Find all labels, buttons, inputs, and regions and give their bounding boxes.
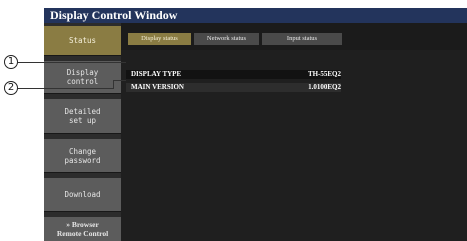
sidebar-item-label-line1: Change [68,146,97,156]
callout-2-leader-line [18,88,114,89]
sidebar-item-label: Status [68,36,97,45]
tab-bar: Display status Network status Input stat… [121,23,467,50]
callout-1: 1 [4,55,18,69]
sidebar-item-label-line2: password [64,155,101,165]
tab-input-status[interactable]: Input status [262,33,342,45]
info-label: DISPLAY TYPE [131,70,182,78]
info-row-main-version: MAIN VERSION 1.0100EQ2 [126,83,341,92]
sidebar-item-label-line1: Detailed [64,107,101,116]
info-value: TH-55EQ2 [307,70,341,78]
display-control-window: Display Control Window Status Display co… [44,8,467,241]
sidebar-item-download[interactable]: Download [44,178,121,212]
tab-network-status[interactable]: Network status [194,33,259,45]
callout-2-leader-line-vertical [113,80,114,89]
sidebar-item-detailed-set-up[interactable]: Detailed set up [44,99,121,134]
callout-1-leader-line [18,62,126,63]
sidebar-item-label: Download [64,190,101,199]
main-panel: Display status Network status Input stat… [121,23,467,241]
callout-2-leader-line-top [113,80,126,81]
sidebar-item-label-line2: Remote Control [56,229,109,238]
sidebar-item-label-line2: set up [68,116,97,125]
sidebar-item-browser-remote-control[interactable]: » Browser Remote Control [44,217,121,241]
sidebar-item-change-password[interactable]: Change password [44,139,121,173]
sidebar-item-status[interactable]: Status [44,26,121,56]
sidebar-item-label-line1: » Browser [66,220,99,229]
info-label: MAIN VERSION [131,83,184,91]
info-value: 1.0100EQ2 [308,83,341,91]
window-title: Display Control Window [44,8,467,23]
info-row-display-type: DISPLAY TYPE TH-55EQ2 [126,70,341,79]
sidebar: Status Display control Detailed set up C… [44,23,121,241]
sidebar-item-label-line2: control [66,77,99,86]
callout-2: 2 [4,81,18,95]
sidebar-item-label-line1: Display [66,68,99,77]
tab-display-status[interactable]: Display status [128,33,191,45]
sidebar-item-display-control[interactable]: Display control [44,61,121,94]
